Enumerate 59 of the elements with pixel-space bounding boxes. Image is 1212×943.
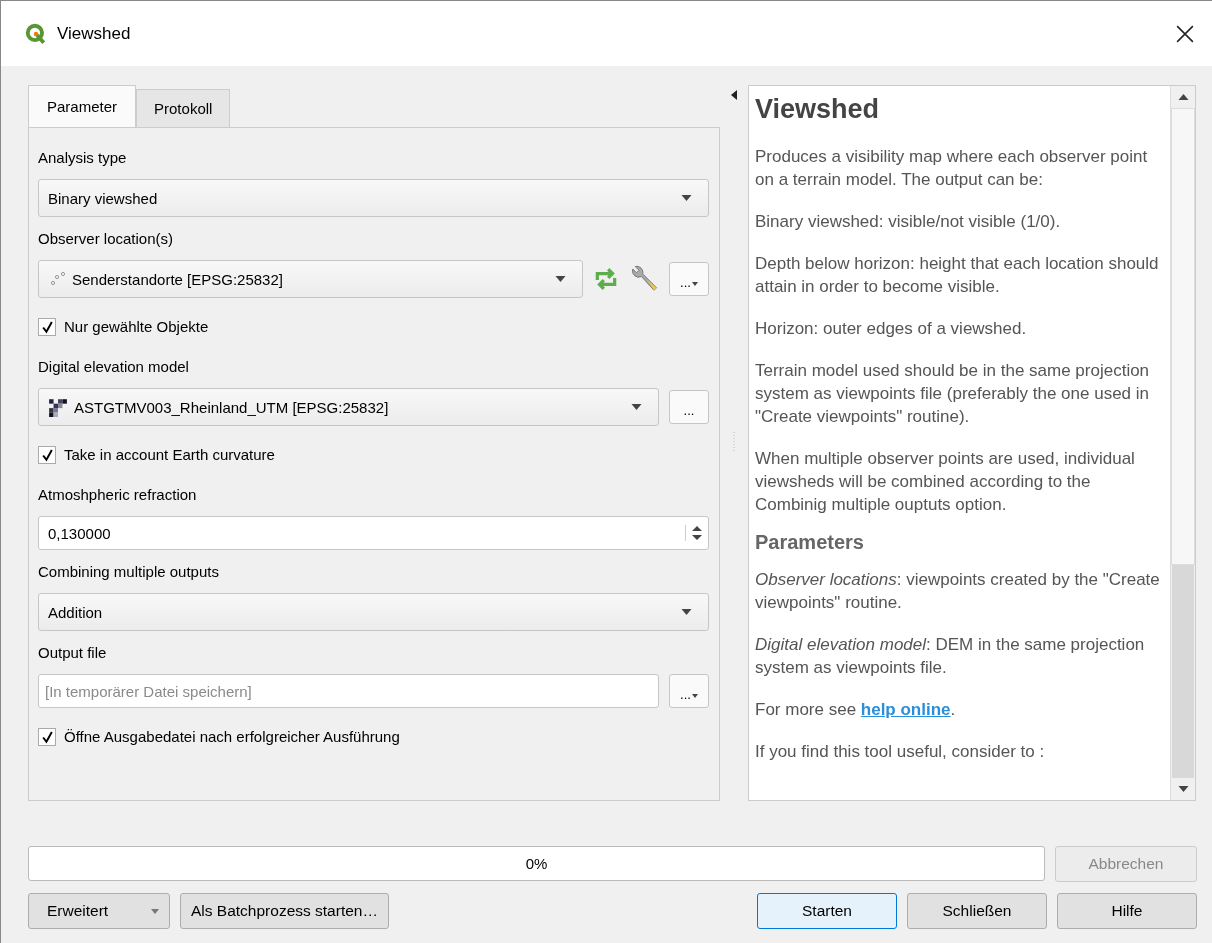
caret-icon [681, 609, 692, 615]
help-paragraph: If you find this tool useful, consider to : [755, 741, 1046, 763]
browse-button[interactable]: ... [669, 262, 709, 296]
scroll-up-icon[interactable] [1177, 94, 1189, 100]
scroll-down-icon[interactable] [1177, 786, 1189, 792]
help-paragraph: Observer locations: viewpoints created by the "Create viewpoints" routine. [755, 569, 1161, 614]
field-label: Observer location(s) [38, 229, 175, 249]
number-field[interactable]: 0,130000 [38, 516, 709, 550]
checkbox[interactable] [38, 318, 56, 336]
help-paragraph: For more see help online. [755, 699, 957, 721]
close-icon[interactable] [1176, 24, 1194, 43]
dropdown[interactable]: Senderstandorte [EPSG:25832] [38, 260, 583, 298]
tab[interactable]: Protokoll [136, 89, 231, 127]
spin-arrows-icon [685, 525, 702, 541]
field-label: Output file [38, 643, 108, 663]
caret-icon [555, 276, 566, 282]
help-paragraph: Horizon: outer edges of a viewshed. [755, 318, 1028, 340]
dropdown[interactable]: Binary viewshed [38, 179, 709, 217]
dialog-button[interactable]: Hilfe [1057, 893, 1197, 929]
help-heading: Parameters [755, 531, 865, 554]
scrollbar[interactable] [1170, 86, 1195, 800]
field-label: Analysis type [38, 148, 128, 168]
wrench-icon[interactable] [629, 264, 659, 294]
caret-icon [151, 908, 159, 914]
progress-text: 0% [525, 855, 548, 872]
field-label: Atmoshpheric refraction [38, 485, 198, 505]
dialog-button[interactable]: Erweitert [28, 893, 170, 929]
point-layer-icon [48, 270, 66, 288]
checkbox-label: Öffne Ausgabedatei nach erfolgreicher Ausführung [64, 727, 400, 747]
caret-icon [691, 282, 698, 286]
dropdown[interactable]: Addition [38, 593, 709, 631]
collapse-arrow-icon[interactable] [731, 90, 737, 100]
raster-layer-icon [48, 397, 68, 417]
help-paragraph: Terrain model used should be in the same projection system as viewpoints file (preferably the one used in "Create viewpoints" routine). [755, 360, 1151, 428]
help-paragraph: Binary viewshed: visible/not visible (1/0). [755, 211, 1062, 233]
help-paragraph: When multiple observer points are used, individual viewsheds will be combined according to the Combinig multiple ouptuts option. [755, 448, 1136, 516]
dialog-button[interactable]: Starten [757, 893, 897, 929]
caret-icon [691, 694, 698, 698]
window-title: Viewshed [57, 23, 132, 44]
caret-icon [631, 404, 642, 410]
browse-button[interactable]: ... [669, 674, 709, 708]
field-label: Combining multiple outputs [38, 562, 220, 582]
checkbox[interactable] [38, 728, 56, 746]
dialog-button[interactable]: Als Batchprozess starten… [180, 893, 389, 929]
help-title: Viewshed [755, 94, 881, 125]
checkbox-label: Take in account Earth curvature [64, 445, 275, 465]
checkbox-label: Nur gewählte Objekte [64, 317, 209, 337]
dropdown[interactable]: ASTGTMV003_Rheinland_UTM [EPSG:25832] [38, 388, 659, 426]
help-paragraph: Depth below horizon: height that each location should attain in order to become visible. [755, 253, 1160, 298]
help-paragraph: Produces a visibility map where each observer point on a terrain model. The output can be: [755, 146, 1149, 191]
app-logo-icon [25, 22, 47, 45]
browse-button[interactable]: ... [669, 390, 709, 424]
dialog-button[interactable]: Schließen [907, 893, 1047, 929]
help-paragraph: Digital elevation model: DEM in the same projection system as viewpoints file. [755, 634, 1146, 679]
caret-icon [681, 195, 692, 201]
field-label: Digital elevation model [38, 357, 190, 377]
tab[interactable]: Parameter [28, 85, 137, 127]
output-file-field[interactable]: [In temporärer Datei speichern] [38, 674, 659, 708]
checkbox[interactable] [38, 446, 56, 464]
